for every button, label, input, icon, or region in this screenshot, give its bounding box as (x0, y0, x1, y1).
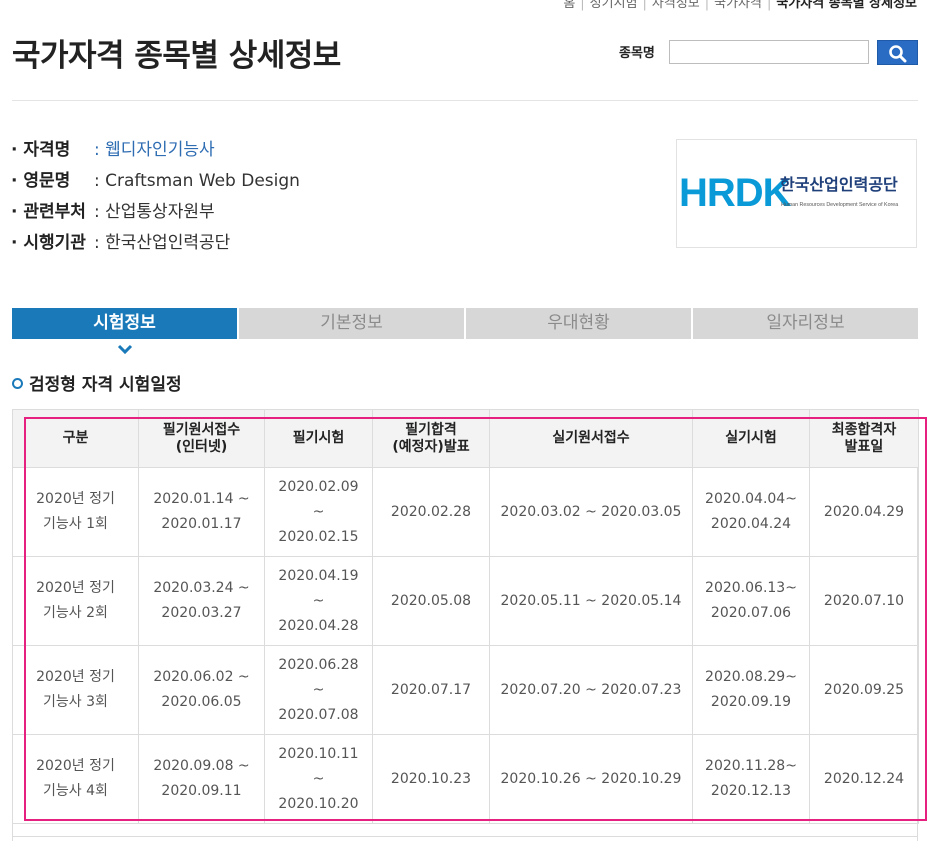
chevron-down-icon (117, 344, 133, 354)
info-label: · 시행기관 (11, 233, 86, 253)
info-tabs: 시험정보 기본정보 우대현황 일자리정보 (12, 308, 918, 339)
info-value: : 한국산업인력공단 (94, 233, 231, 253)
table-row: 2020년 정기 기능사 1회 2020.01.14 ~2020.01.17 20… (12, 467, 919, 557)
info-label: · 영문명 (11, 171, 71, 191)
info-label: · 자격명 (11, 140, 71, 160)
search-button[interactable] (877, 40, 918, 65)
tab-basic-info[interactable]: 기본정보 (239, 308, 464, 339)
info-row-agency: · 시행기관 : 한국산업인력공단 (11, 228, 300, 259)
table-row: 2020년 정기 기능사 3회 2020.06.02 ~2020.06.05 20… (12, 645, 919, 735)
breadcrumb-item-qualification[interactable]: 자격정보 (652, 0, 700, 11)
breadcrumb-item-home[interactable]: 홈 (563, 0, 575, 11)
page-title: 국가자격 종목별 상세정보 (12, 38, 341, 74)
breadcrumb-separator: | (580, 0, 585, 11)
table-cell: 2020.02.09 ~2020.02.15 (264, 467, 373, 557)
table-cell: 2020.06.13~ 2020.07.06 (692, 556, 810, 646)
table-cell: 2020.10.11 ~2020.10.20 (264, 734, 373, 824)
column-header: 구분 (12, 409, 139, 468)
info-row-english-name: · 영문명 : Craftsman Web Design (11, 166, 300, 197)
table-cell: 2020.04.19 ~2020.04.28 (264, 556, 373, 646)
column-header: 필기원서접수 (인터넷) (138, 409, 265, 468)
info-row-name: · 자격명 : 웹디자인기능사 (11, 135, 300, 166)
hrdk-logo: HRDK 한국산업인력공단 Human Resources Developmen… (676, 139, 917, 248)
breadcrumb-separator: | (642, 0, 647, 11)
info-label: · 관련부처 (11, 202, 86, 222)
table-cell: 2020.03.02 ~ 2020.03.05 (489, 467, 693, 557)
title-divider (12, 100, 918, 101)
table-cell: 2020.04.29 (809, 467, 919, 557)
hrdk-logo-image: HRDK 한국산업인력공단 Human Resources Developmen… (679, 171, 898, 215)
qualification-info: · 자격명 : 웹디자인기능사 · 영문명 : Craftsman Web Desi… (11, 135, 300, 259)
table-cell: 2020.09.25 (809, 645, 919, 735)
column-header: 필기시험 (264, 409, 373, 468)
info-value: : 산업통상자원부 (94, 202, 215, 222)
table-cell: 2020년 정기 기능사 2회 (12, 556, 139, 646)
search-input[interactable] (669, 40, 869, 64)
table-cell: 2020.07.17 (372, 645, 490, 735)
table-cell: 2020.05.11 ~ 2020.05.14 (489, 556, 693, 646)
table-cell: 2020.12.24 (809, 734, 919, 824)
table-cell: 2020.10.26 ~ 2020.10.29 (489, 734, 693, 824)
search-icon (888, 45, 906, 63)
table-cell: 2020.04.04~ 2020.04.24 (692, 467, 810, 557)
column-header: 최종합격자 발표일 (809, 409, 919, 468)
table-row: 2020년 정기 기능사 4회 2020.09.08 ~2020.09.11 20… (12, 734, 919, 824)
tab-exam-info[interactable]: 시험정보 (12, 308, 237, 339)
breadcrumb-item-exam[interactable]: 정기시험 (590, 0, 638, 11)
svg-text:한국산업인력공단: 한국산업인력공단 (780, 175, 898, 194)
bullet-icon (12, 378, 23, 389)
column-header: 필기합격 (예정자)발표 (372, 409, 490, 468)
table-cell: 2020년 정기 기능사 3회 (12, 645, 139, 735)
info-value: : Craftsman Web Design (94, 171, 300, 191)
table-cell: 2020.09.08 ~2020.09.11 (138, 734, 265, 824)
svg-text:Human Resources Development Se: Human Resources Development Service of K… (781, 202, 898, 208)
table-cell: 2020년 정기 기능사 1회 (12, 467, 139, 557)
table-cell: 2020.05.08 (372, 556, 490, 646)
table-header-row: 구분 필기원서접수 (인터넷) 필기시험 필기합격 (예정자)발표 실기원서접수 실… (12, 409, 919, 468)
qualification-name-link[interactable]: : 웹디자인기능사 (94, 140, 215, 160)
column-header: 실기원서접수 (489, 409, 693, 468)
tab-job-info[interactable]: 일자리정보 (693, 308, 918, 339)
breadcrumb-separator: | (766, 0, 772, 11)
exam-schedule-table: 구분 필기원서접수 (인터넷) 필기시험 필기합격 (예정자)발표 실기원서접수 실… (12, 409, 919, 824)
table-cell: 2020.10.23 (372, 734, 490, 824)
breadcrumb-item-national[interactable]: 국가자격 (714, 0, 762, 11)
table-cell: 2020.11.28~ 2020.12.13 (692, 734, 810, 824)
table-cell: 2020.07.10 (809, 556, 919, 646)
section-title: 검정형 자격 시험일정 (12, 370, 182, 395)
table-cell: 2020.03.24 ~2020.03.27 (138, 556, 265, 646)
search-label: 종목명 (619, 46, 655, 61)
tab-preference[interactable]: 우대현황 (466, 308, 691, 339)
table-cell: 2020.08.29~ 2020.09.19 (692, 645, 810, 735)
table-cell: 2020.01.14 ~2020.01.17 (138, 467, 265, 557)
table-bottom-divider (12, 836, 918, 837)
table-cell: 2020년 정기 기능사 4회 (12, 734, 139, 824)
table-cell: 2020.07.20 ~ 2020.07.23 (489, 645, 693, 735)
column-header: 실기시험 (692, 409, 810, 468)
breadcrumb-separator: | (704, 0, 710, 11)
svg-text:HRDK: HRDK (679, 171, 792, 215)
breadcrumb-item-current: 국가자격 종목별 상세정보 (776, 0, 917, 11)
table-cell: 2020.06.02 ~2020.06.05 (138, 645, 265, 735)
breadcrumb: 홈 | 정기시험 | 자격정보 | 국가자격 | 국가자격 종목별 상세정보 (563, 0, 917, 11)
info-row-ministry: · 관련부처 : 산업통상자원부 (11, 197, 300, 228)
table-row: 2020년 정기 기능사 2회 2020.03.24 ~2020.03.27 20… (12, 556, 919, 646)
table-cell: 2020.06.28 ~2020.07.08 (264, 645, 373, 735)
table-cell: 2020.02.28 (372, 467, 490, 557)
